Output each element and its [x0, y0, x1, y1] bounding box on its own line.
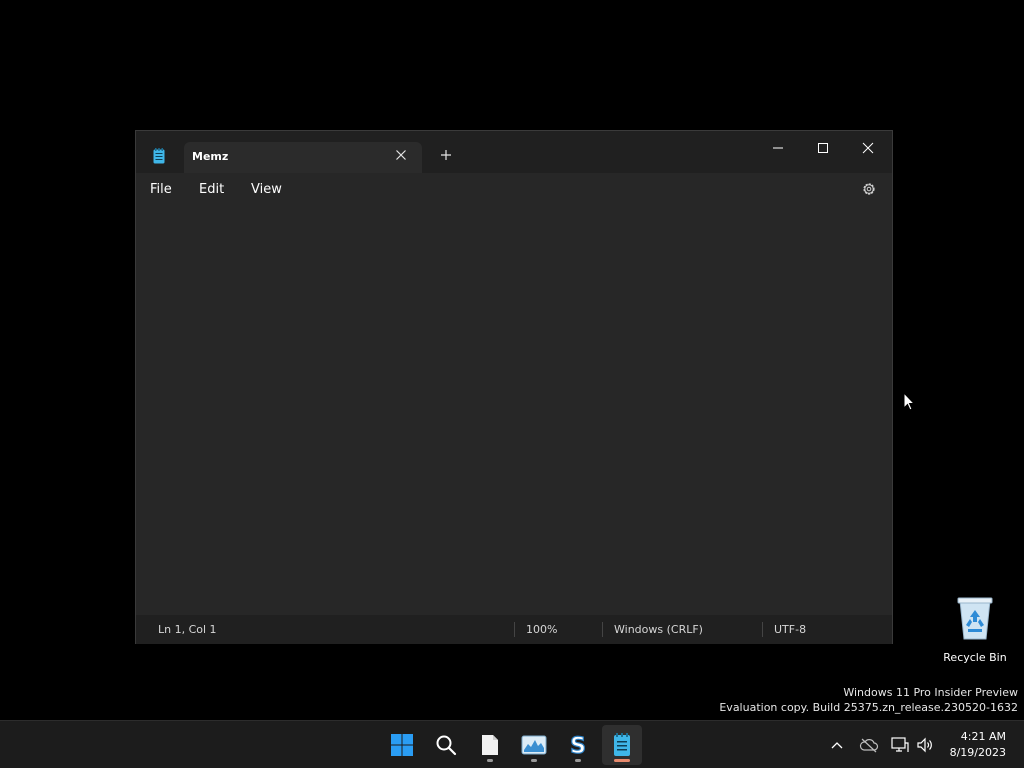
notepad-icon [614, 733, 630, 756]
volume-icon [917, 737, 932, 753]
show-hidden-icons-button[interactable] [827, 735, 847, 755]
taskbar: S 4:21 AM 8/19/2023 [0, 720, 1024, 768]
minimize-button[interactable] [758, 135, 798, 161]
search-button[interactable] [426, 725, 466, 765]
clock-time: 4:21 AM [960, 730, 1006, 743]
recycle-bin-label: Recycle Bin [943, 651, 1007, 664]
add-tab-icon[interactable] [438, 147, 454, 163]
status-divider [514, 622, 515, 637]
gear-icon[interactable] [861, 181, 877, 197]
running-indicator [487, 759, 493, 762]
close-icon [862, 142, 874, 154]
start-icon [391, 734, 413, 756]
menu-edit[interactable]: Edit [199, 182, 224, 197]
minimize-icon [773, 147, 783, 149]
mouse-cursor-icon [903, 392, 915, 411]
windows-watermark: Windows 11 Pro Insider Preview Evaluatio… [719, 685, 1018, 715]
start-button[interactable] [382, 725, 422, 765]
task-manager-icon [521, 735, 547, 755]
zoom-level[interactable]: 100% [526, 623, 557, 636]
network-icon [891, 737, 909, 752]
cursor-position: Ln 1, Col 1 [158, 623, 217, 636]
running-indicator [531, 759, 537, 762]
maximize-icon [818, 143, 828, 153]
taskbar-s-app[interactable]: S [558, 725, 598, 765]
menu-file[interactable]: File [150, 182, 172, 197]
tab-title: Memz [192, 150, 229, 163]
svg-text:S: S [570, 734, 586, 757]
recycle-bin[interactable]: Recycle Bin [943, 595, 1007, 664]
clock-date: 8/19/2023 [949, 746, 1006, 759]
taskbar-task-manager[interactable] [514, 725, 554, 765]
line-ending[interactable]: Windows (CRLF) [614, 623, 703, 636]
close-window-button[interactable] [848, 135, 888, 161]
sharepoint-icon: S [569, 733, 586, 757]
search-icon [436, 735, 457, 756]
tab-memz[interactable]: Memz [184, 142, 422, 173]
cloud-offline-icon [859, 738, 879, 753]
close-tab-icon[interactable] [393, 147, 409, 163]
taskbar-notepad[interactable] [602, 725, 642, 765]
volume-tray[interactable] [915, 735, 935, 755]
menu-bar: File Edit View [136, 173, 892, 207]
menu-view[interactable]: View [251, 182, 282, 197]
active-indicator [614, 759, 630, 762]
notepad-icon [153, 148, 165, 164]
maximize-button[interactable] [803, 135, 843, 161]
watermark-edition: Windows 11 Pro Insider Preview [843, 686, 1018, 699]
text-editor[interactable] [136, 207, 892, 615]
notepad-window: Memz File Edit View Ln 1, Col 1 100% Win… [135, 130, 893, 644]
onedrive-tray[interactable] [859, 735, 879, 755]
chevron-up-icon [831, 742, 843, 749]
title-bar[interactable]: Memz [136, 131, 892, 173]
recycle-bin-icon [957, 597, 993, 640]
taskbar-file-app[interactable] [470, 725, 510, 765]
status-bar: Ln 1, Col 1 100% Windows (CRLF) UTF-8 [136, 615, 892, 644]
status-divider [762, 622, 763, 637]
network-tray[interactable] [890, 735, 910, 755]
running-indicator [575, 759, 581, 762]
file-icon [482, 735, 498, 755]
encoding[interactable]: UTF-8 [774, 623, 806, 636]
status-divider [602, 622, 603, 637]
clock[interactable]: 4:21 AM 8/19/2023 [944, 729, 1006, 761]
watermark-build: Evaluation copy. Build 25375.zn_release.… [719, 701, 1018, 714]
